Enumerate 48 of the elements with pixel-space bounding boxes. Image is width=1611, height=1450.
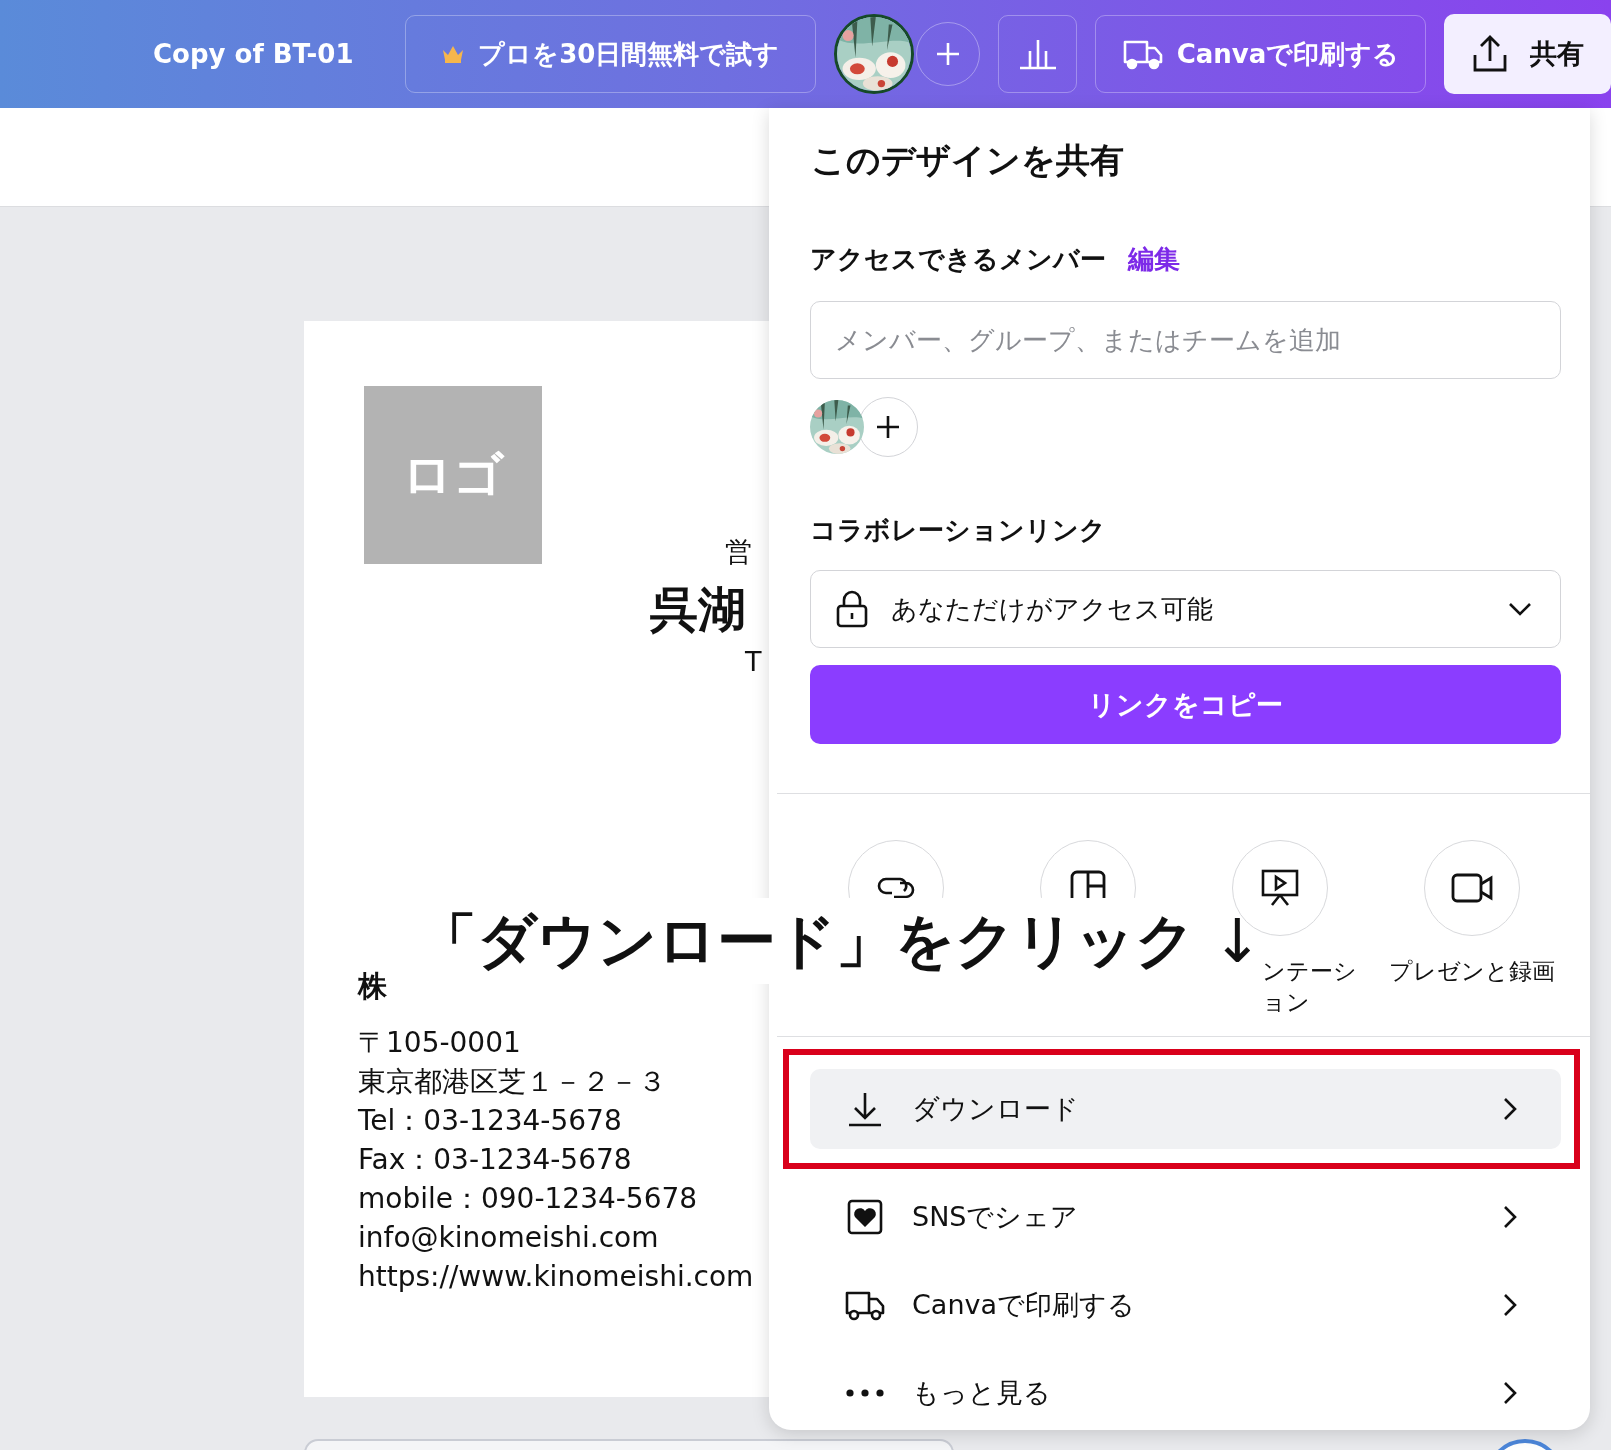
chevron-right-icon bbox=[1503, 1205, 1517, 1229]
truck-icon bbox=[1122, 38, 1163, 70]
logo-text: ロゴ bbox=[402, 444, 504, 506]
video-camera-icon bbox=[1451, 872, 1493, 904]
contact-line: Fax：03-1234-5678 bbox=[358, 1142, 632, 1178]
panel-title: このデザインを共有 bbox=[811, 139, 1125, 182]
contact-line: mobile：090-1234-5678 bbox=[358, 1181, 698, 1217]
company-name: 株 bbox=[358, 968, 387, 1005]
contact-line: 〒105-0001 bbox=[358, 1025, 521, 1061]
lock-icon bbox=[835, 590, 869, 628]
section-label: アクセスできるメンバー bbox=[810, 243, 1106, 276]
share-action-item[interactable]: もっと見る bbox=[810, 1353, 1561, 1433]
bar-chart-icon bbox=[1017, 37, 1058, 71]
contact-line: info@kinomeishi.com bbox=[358, 1220, 659, 1256]
chevron-right-icon bbox=[1503, 1293, 1517, 1317]
upload-icon bbox=[1471, 35, 1508, 73]
chevron-right-icon bbox=[1503, 1381, 1517, 1405]
section-label: コラボレーションリンク bbox=[810, 514, 1107, 547]
share-action-item[interactable]: Canvaで印刷する bbox=[810, 1265, 1561, 1345]
share-action-item[interactable]: SNSでシェア bbox=[810, 1177, 1561, 1257]
chevron-right-icon bbox=[1503, 1097, 1517, 1121]
plus-icon bbox=[875, 414, 901, 440]
insights-button[interactable] bbox=[998, 15, 1078, 93]
print-button[interactable]: Canvaで印刷する bbox=[1095, 15, 1427, 93]
download-icon bbox=[847, 1091, 883, 1127]
document-title[interactable]: Copy of BT-01 bbox=[153, 39, 354, 69]
member-input-field[interactable]: メンバー、グループ、またはチームを追加 bbox=[810, 301, 1561, 379]
contact-line: 東京都港区芝１－２－３ bbox=[358, 1064, 666, 1100]
presentation-icon bbox=[1260, 868, 1300, 908]
person-name-roman: T bbox=[745, 646, 762, 677]
crown-icon bbox=[442, 45, 465, 63]
contact-line: Tel：03-1234-5678 bbox=[358, 1103, 622, 1139]
share-option-label: ンテーシ ョン bbox=[1262, 957, 1357, 1017]
plus-icon bbox=[935, 41, 962, 67]
copy-link-button[interactable]: リンクをコピー bbox=[810, 665, 1561, 744]
share-button[interactable]: 共有 bbox=[1444, 14, 1611, 94]
edit-link[interactable]: 編集 bbox=[1128, 242, 1180, 277]
share-option-label: プレゼンと録画 bbox=[1389, 957, 1555, 986]
more-icon bbox=[846, 1389, 884, 1397]
pro-trial-button[interactable]: プロを30日間無料で試す bbox=[405, 15, 817, 93]
share-action-item[interactable]: ダウンロード bbox=[810, 1069, 1561, 1149]
pointer-label: ↓ bbox=[1212, 905, 1263, 978]
contact-line: https://www.kinomeishi.com bbox=[358, 1259, 754, 1295]
job-title: 営 bbox=[725, 535, 752, 569]
access-dropdown[interactable]: あなただけがアクセス可能 bbox=[810, 570, 1561, 648]
person-name: 呉湖 bbox=[650, 580, 746, 639]
chevron-down-icon bbox=[1508, 602, 1532, 616]
truck-icon bbox=[845, 1289, 885, 1321]
